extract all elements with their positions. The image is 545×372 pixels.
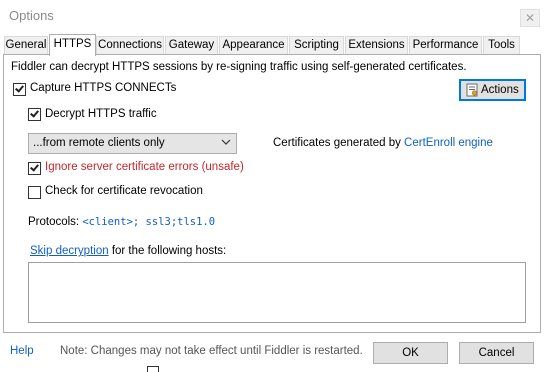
tab-connections[interactable]: Connections (96, 36, 164, 55)
checkmark-icon (15, 83, 24, 93)
window-title: Options (9, 8, 54, 23)
certificate-icon (466, 83, 478, 97)
window-edge-fragment (147, 366, 159, 372)
ok-button[interactable]: OK (373, 342, 448, 364)
cancel-button[interactable]: Cancel (459, 342, 534, 364)
restart-note: Note: Changes may not take effect until … (60, 345, 363, 357)
actions-button[interactable]: Actions (459, 79, 526, 101)
tab-extensions[interactable]: Extensions (345, 36, 408, 55)
tab-appearance[interactable]: Appearance (219, 36, 288, 55)
capture-https-checkbox[interactable] (13, 83, 26, 96)
options-dialog: Options ✕ General HTTPS Connections Gate… (0, 0, 545, 372)
tab-scripting[interactable]: Scripting (289, 36, 344, 55)
https-description: Fiddler can decrypt HTTPS sessions by re… (11, 61, 467, 73)
traffic-source-value: ...from remote clients only (33, 137, 165, 149)
close-button[interactable]: ✕ (520, 9, 540, 27)
cert-generator-text: Certificates generated by CertEnroll eng… (273, 137, 493, 149)
skip-hosts-textarea[interactable] (28, 262, 526, 323)
tab-strip: General HTTPS Connections Gateway Appear… (4, 34, 540, 56)
title-bar: Options ✕ (0, 0, 545, 34)
help-link[interactable]: Help (10, 345, 34, 357)
protocols-link[interactable]: <client>; ssl3;tls1.0 (82, 216, 215, 228)
cert-generator-prefix: Certificates generated by (273, 137, 405, 149)
cert-revocation-label: Check for certificate revocation (45, 185, 203, 197)
checkmark-icon (30, 162, 39, 172)
cert-revocation-checkbox[interactable] (28, 186, 41, 199)
skip-decryption-suffix: for the following hosts: (108, 245, 227, 257)
decrypt-https-checkbox[interactable] (28, 108, 41, 121)
close-icon: ✕ (524, 11, 536, 25)
protocols-row: Protocols: <client>; ssl3;tls1.0 (28, 216, 215, 228)
tab-general[interactable]: General (4, 36, 48, 55)
actions-button-label: Actions (481, 84, 519, 96)
cert-engine-link[interactable]: CertEnroll engine (404, 137, 493, 149)
skip-decryption-row: Skip decryption for the following hosts: (30, 245, 226, 257)
traffic-source-select[interactable]: ...from remote clients only (28, 133, 237, 154)
capture-https-label: Capture HTTPS CONNECTs (30, 82, 177, 94)
tab-tools[interactable]: Tools (483, 36, 520, 55)
chevron-down-icon (221, 139, 231, 145)
ignore-cert-errors-label: Ignore server certificate errors (unsafe… (45, 161, 244, 173)
decrypt-https-label: Decrypt HTTPS traffic (45, 108, 157, 120)
tab-https[interactable]: HTTPS (49, 34, 96, 56)
ignore-cert-errors-checkbox[interactable] (28, 162, 41, 175)
skip-decryption-link[interactable]: Skip decryption (30, 245, 109, 257)
tab-performance[interactable]: Performance (409, 36, 482, 55)
tab-gateway[interactable]: Gateway (165, 36, 218, 55)
checkmark-icon (30, 108, 39, 118)
protocols-label: Protocols: (28, 216, 83, 228)
